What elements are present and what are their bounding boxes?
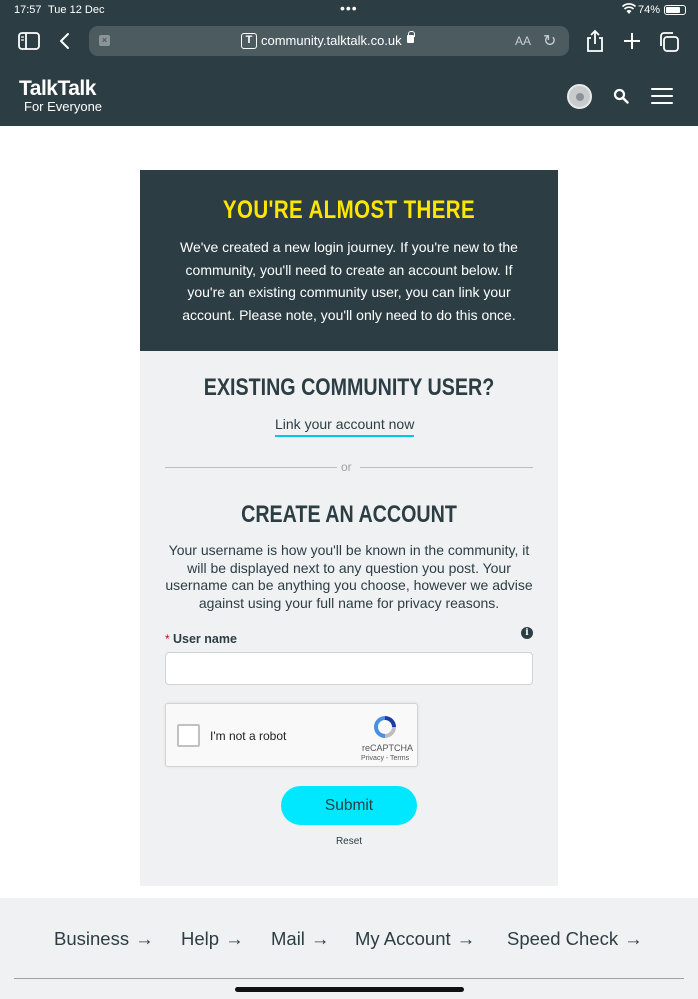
recaptcha-privacy-terms[interactable]: Privacy - Terms [361,755,409,762]
lock-icon [407,31,415,43]
arrow-right-icon: → [456,928,476,949]
required-marker: * [165,632,170,646]
tabs-overview-icon[interactable] [658,31,680,53]
arrow-right-icon: → [624,928,643,949]
site-favicon: T [241,33,257,49]
user-avatar[interactable] [567,84,592,109]
divider-line-left [165,467,337,468]
info-icon[interactable]: i [521,627,533,639]
arrow-right-icon: → [310,928,330,949]
reload-icon[interactable]: ↻ [543,31,556,51]
almost-there-text: We've created a new login journey. If yo… [180,239,518,323]
footer-link-my-account[interactable]: My Account → [355,928,475,950]
almost-there-panel: YOU'RE ALMOST THERE We've created a new … [140,170,558,351]
recaptcha-checkbox[interactable] [177,724,200,747]
submit-button[interactable]: Submit [281,786,417,825]
footer-link-speed-check[interactable]: Speed Check → [507,928,643,950]
status-date: Tue 12 Dec [48,4,105,16]
back-chevron-icon[interactable] [58,32,70,50]
multitask-dots-icon[interactable]: ••• [340,0,358,16]
site-header: TalkTalk For Everyone [0,64,698,126]
footer-link-business[interactable]: Business → [54,928,154,950]
hamburger-menu-icon[interactable] [651,88,673,104]
text-size-button[interactable]: AA [515,34,531,48]
search-icon[interactable] [613,88,629,104]
status-bar: 17:57 Tue 12 Dec ••• 74% [0,0,698,20]
username-label: User name [173,632,237,646]
reset-link[interactable]: Reset [140,836,558,847]
recaptcha-brand: reCAPTCHA [362,743,414,753]
logo-tagline: For Everyone [24,99,103,114]
create-account-title: CREATE AN ACCOUNT [241,501,457,528]
footer-links: Business → Help → Mail → My Account → Speed … [0,928,698,952]
footer-link-mail[interactable]: Mail → [271,928,329,950]
recaptcha-widget: I'm not a robot reCAPTCHA Privacy - Term… [165,703,418,767]
username-input[interactable] [165,652,533,685]
browser-toolbar: × T community.talktalk.co.uk AA ↻ [0,20,698,64]
link-account-link[interactable]: Link your account now [275,416,415,437]
footer-divider [14,978,684,979]
share-icon[interactable] [586,29,604,53]
wifi-icon [622,3,636,14]
home-indicator[interactable] [235,987,464,992]
site-footer: Business → Help → Mail → My Account → Speed … [0,898,698,999]
sidebar-toggle-icon[interactable] [18,32,40,50]
recaptcha-logo-icon [374,716,396,738]
create-account-text: Your username is how you'll be known in … [165,542,533,611]
battery-percentage: 74% [638,4,661,16]
arrow-right-icon: → [135,928,154,949]
address-bar[interactable]: × T community.talktalk.co.uk AA ↻ [89,26,569,56]
arrow-right-icon: → [225,928,244,949]
recaptcha-label: I'm not a robot [210,729,287,743]
login-card: YOU'RE ALMOST THERE We've created a new … [140,170,558,886]
tab-close-icon[interactable]: × [99,35,110,46]
new-tab-icon[interactable] [623,32,641,50]
url-text[interactable]: community.talktalk.co.uk [261,33,402,48]
divider-line-right [360,467,533,468]
footer-link-help[interactable]: Help → [181,928,244,950]
battery-icon [664,5,686,15]
existing-user-title: EXISTING COMMUNITY USER? [203,374,495,401]
divider-or: or [341,460,352,474]
almost-there-title: YOU'RE ALMOST THERE [222,196,476,224]
status-time: 17:57 [14,4,42,16]
talktalk-logo[interactable]: TalkTalk [19,77,96,101]
